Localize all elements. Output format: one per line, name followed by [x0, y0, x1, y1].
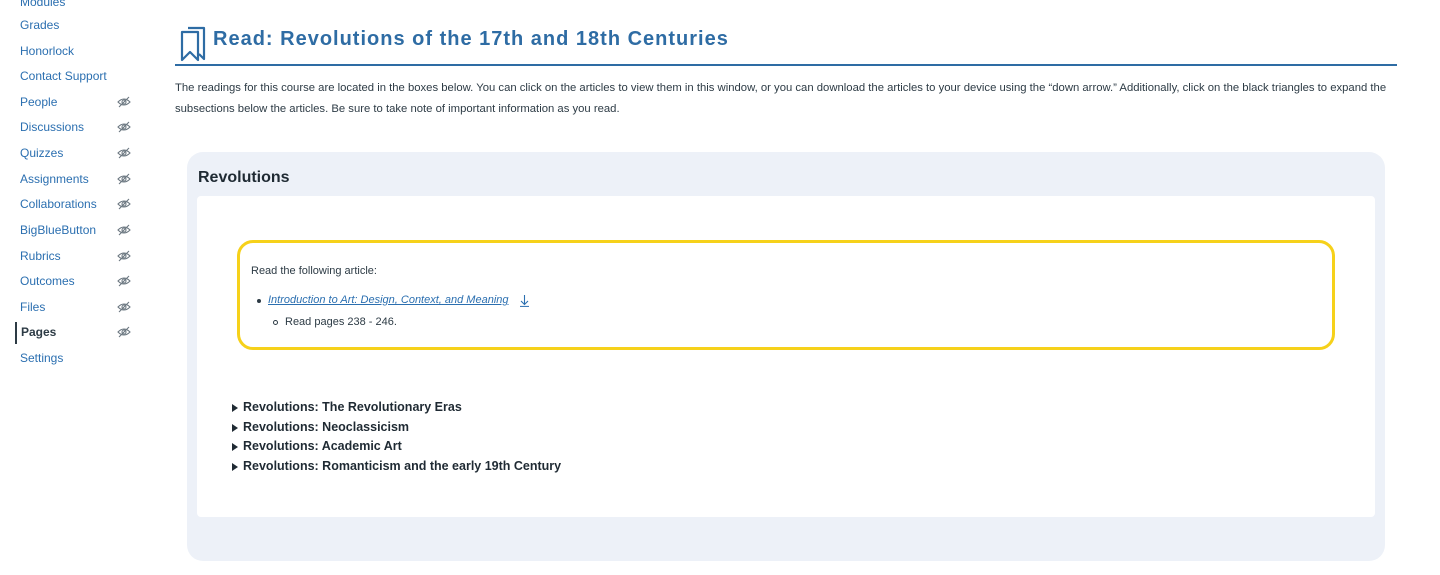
subsection-label: Revolutions: Academic Art [243, 439, 402, 453]
nav-item-label: Modules [20, 0, 66, 9]
nav-item-label: Files [20, 300, 46, 314]
nav-item-label: Quizzes [20, 146, 64, 160]
nav-item-label: BigBlueButton [20, 223, 97, 237]
expand-triangle-icon [232, 423, 238, 432]
pages-text: Read pages 238 - 246. [285, 316, 397, 328]
hidden-eye-icon [117, 96, 131, 108]
nav-item-honorlock[interactable]: Honorlock [16, 41, 136, 63]
nav-item-pages[interactable]: Pages [15, 322, 135, 344]
nav-item-label: Grades [20, 18, 60, 32]
nav-item-label: Pages [21, 325, 57, 339]
nav-item-quizzes[interactable]: Quizzes [16, 143, 136, 165]
page-header: Read: Revolutions of the 17th and 18th C… [175, 24, 1397, 66]
subsection-label: Revolutions: The Revolutionary Eras [243, 400, 462, 414]
expand-triangle-icon [232, 462, 238, 471]
subsection-label: Revolutions: Neoclassicism [243, 419, 410, 434]
nav-item-discussions[interactable]: Discussions [16, 117, 136, 139]
hidden-eye-icon [117, 301, 131, 313]
nav-item-contact-support[interactable]: Contact Support [16, 66, 136, 88]
nav-item-label: Assignments [20, 172, 89, 186]
nav-item-label: Outcomes [20, 274, 75, 288]
nav-item-settings[interactable]: Settings [16, 348, 136, 370]
nav-item-label: People [20, 95, 58, 109]
bullet [273, 320, 278, 325]
page-title: Read: Revolutions of the 17th and 18th C… [213, 28, 729, 50]
nav-item-grades[interactable]: Grades [16, 15, 136, 37]
hidden-eye-icon [117, 224, 131, 236]
reading-box: Read the following article: Introduction… [237, 240, 1335, 350]
hidden-eye-icon [117, 147, 131, 159]
nav-item-bigbluebutton[interactable]: BigBlueButton [16, 220, 136, 242]
hidden-eye-icon [117, 326, 131, 338]
intro-text: The readings for this course are located… [175, 82, 1387, 115]
nav-item-label: Rubrics [20, 249, 61, 263]
bullet [257, 299, 261, 303]
expand-triangle-icon [232, 443, 238, 451]
hidden-eye-icon [117, 198, 131, 210]
panel-title: Revolutions [198, 169, 290, 186]
nav-item-outcomes[interactable]: Outcomes [16, 271, 136, 293]
bookmark-icon [180, 26, 206, 62]
hidden-eye-icon [117, 121, 131, 133]
reading-intro: Read the following article: [251, 265, 377, 277]
nav-item-label: Collaborations [20, 197, 97, 211]
course-navigation: Modules Grades Honorlock Contact Support… [0, 0, 150, 575]
hidden-eye-icon [117, 275, 131, 287]
hidden-eye-icon [117, 173, 131, 185]
revolutions-panel: Revolutions Read the following article: … [187, 152, 1385, 561]
subsection-label: Revolutions: Romanticism and the early 1… [243, 458, 562, 473]
article-link[interactable]: Introduction to Art: Design, Context, an… [268, 294, 509, 306]
nav-item-rubrics[interactable]: Rubrics [16, 246, 136, 268]
panel-content: Read the following article: Introduction… [197, 196, 1375, 517]
nav-item-label: Settings [20, 351, 64, 365]
nav-item-label: Discussions [20, 120, 85, 134]
nav-item-collaborations[interactable]: Collaborations [16, 194, 136, 216]
nav-item-label: Contact Support [20, 69, 107, 83]
nav-item-modules[interactable]: Modules [16, 0, 136, 14]
nav-item-assignments[interactable]: Assignments [16, 169, 136, 191]
nav-item-label: Honorlock [20, 44, 75, 58]
hidden-eye-icon [117, 250, 131, 262]
download-arrow-icon[interactable] [519, 294, 530, 307]
nav-item-people[interactable]: People [16, 92, 136, 114]
nav-item-files[interactable]: Files [16, 297, 136, 319]
expand-triangle-icon [232, 404, 238, 412]
